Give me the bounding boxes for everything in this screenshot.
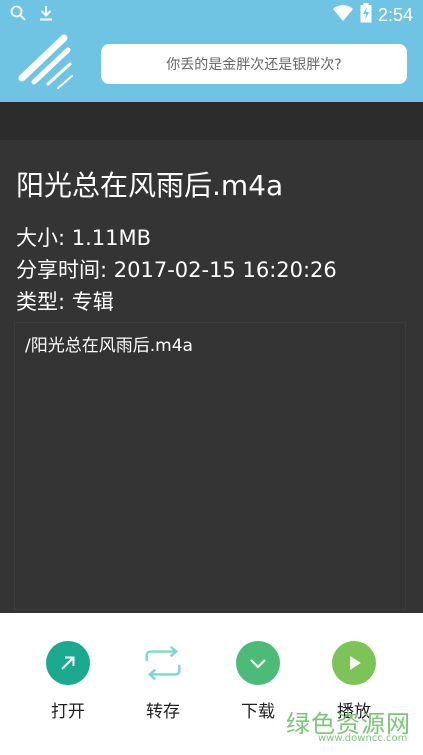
status-time: 2:54 <box>377 4 413 25</box>
transfer-icon <box>141 641 185 685</box>
battery-icon <box>360 3 372 27</box>
open-icon <box>46 641 90 685</box>
file-title: 阳光总在风雨后.m4a <box>16 169 284 202</box>
watermark-url: www.downcc.com <box>318 733 408 744</box>
open-label: 打开 <box>51 702 85 722</box>
app-logo-icon[interactable] <box>14 34 76 96</box>
file-detail-panel: 阳光总在风雨后.m4a 大小: 1.11MB 分享时间: 2017-02-15 … <box>0 140 423 613</box>
chevron-down-icon <box>236 641 280 685</box>
transfer-label: 转存 <box>146 702 180 722</box>
file-size: 大小: 1.11MB <box>16 226 152 250</box>
search-icon <box>10 5 26 25</box>
open-button[interactable]: 打开 <box>28 641 108 722</box>
play-icon <box>332 641 376 685</box>
app-bar: 你丢的是金胖次还是银胖次? <box>0 30 423 102</box>
file-share-time: 分享时间: 2017-02-15 16:20:26 <box>16 258 337 282</box>
file-path: /阳光总在风雨后.m4a <box>25 336 193 356</box>
file-type: 类型: 专辑 <box>16 290 114 314</box>
transfer-button[interactable]: 转存 <box>123 641 203 722</box>
file-path-box: /阳光总在风雨后.m4a <box>14 322 406 610</box>
download-icon <box>38 5 54 25</box>
search-placeholder: 你丢的是金胖次还是银胖次? <box>166 57 342 73</box>
search-input[interactable]: 你丢的是金胖次还是银胖次? <box>101 44 407 84</box>
divider-strip <box>0 102 423 140</box>
status-bar: 2:54 <box>0 0 423 30</box>
wifi-icon <box>332 4 354 26</box>
